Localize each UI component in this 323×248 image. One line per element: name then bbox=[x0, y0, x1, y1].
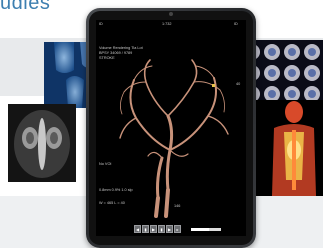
front-camera bbox=[169, 12, 173, 16]
overlay-top-right: ID bbox=[234, 22, 238, 26]
page-heading: udies bbox=[0, 0, 51, 14]
overlay-left-label: No VOI bbox=[99, 162, 112, 166]
toolbar-button-third[interactable]: ▶ bbox=[150, 225, 157, 233]
toolbar-button-first[interactable]: ◀ bbox=[134, 225, 141, 233]
toolbar-button-second[interactable]: ▮ bbox=[142, 225, 149, 233]
tablet-device: ID 1:732 ID Volume Rendering Tia Lot BPS… bbox=[86, 8, 256, 248]
abdominal-mri-image bbox=[8, 104, 76, 182]
slider-fill bbox=[191, 228, 209, 231]
toolbar-button-fifth[interactable]: ▶ bbox=[166, 225, 173, 233]
overlay-side-marker: 40 bbox=[236, 82, 241, 86]
overlay-top-center: 1:732 bbox=[162, 22, 172, 26]
overlay-title-line3: STROKE bbox=[99, 56, 115, 60]
viewer-toolbar: ◀ ▮ ▶ ▮ ▶ ▸ bbox=[134, 225, 184, 233]
overlay-info-line2: W = 465 L = 40 bbox=[99, 201, 125, 205]
toolbar-button-fourth[interactable]: ▮ bbox=[158, 225, 165, 233]
overlay-info-line1: 0.8mm 0.9% 1.0 slp bbox=[99, 188, 133, 192]
window-level-slider[interactable] bbox=[191, 228, 221, 231]
overlay-bottom-right: 146 bbox=[174, 204, 181, 208]
pet-body-scan-image bbox=[256, 100, 323, 196]
toolbar-button-sixth[interactable]: ▸ bbox=[174, 225, 181, 233]
dicom-viewer-screen[interactable]: ID 1:732 ID Volume Rendering Tia Lot BPS… bbox=[96, 20, 246, 236]
overlay-top-left-id: ID bbox=[99, 22, 103, 26]
